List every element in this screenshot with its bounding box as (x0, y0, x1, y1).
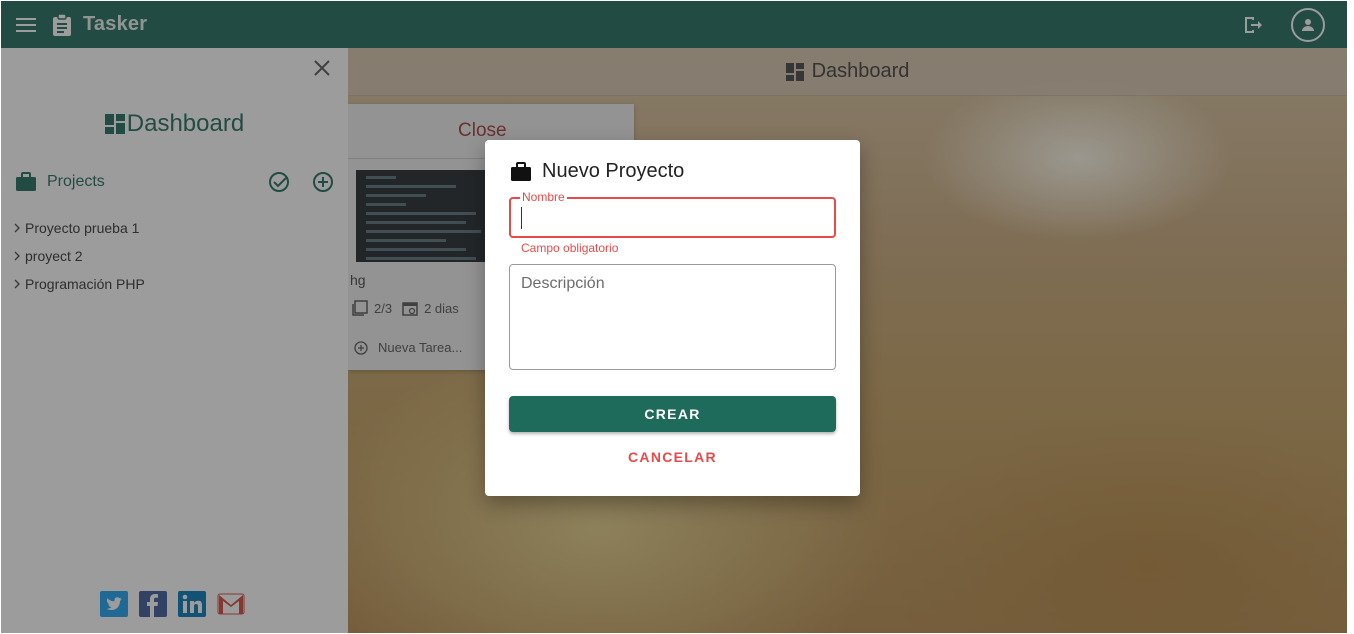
dialog-title: Nuevo Proyecto (542, 160, 685, 182)
description-field (509, 264, 836, 370)
name-error-message: Campo obligatorio (521, 241, 619, 255)
dialog-header: Nuevo Proyecto (510, 160, 684, 183)
name-field: Nombre (509, 190, 836, 238)
create-button[interactable]: CREAR (509, 396, 836, 432)
cancel-button[interactable]: CANCELAR (509, 440, 836, 474)
description-input[interactable] (521, 275, 821, 361)
name-field-label: Nombre (520, 190, 567, 204)
briefcase-icon (511, 161, 531, 181)
name-input[interactable] (521, 207, 821, 229)
new-project-dialog: Nuevo Proyecto Nombre Campo obligatorio … (485, 140, 860, 496)
